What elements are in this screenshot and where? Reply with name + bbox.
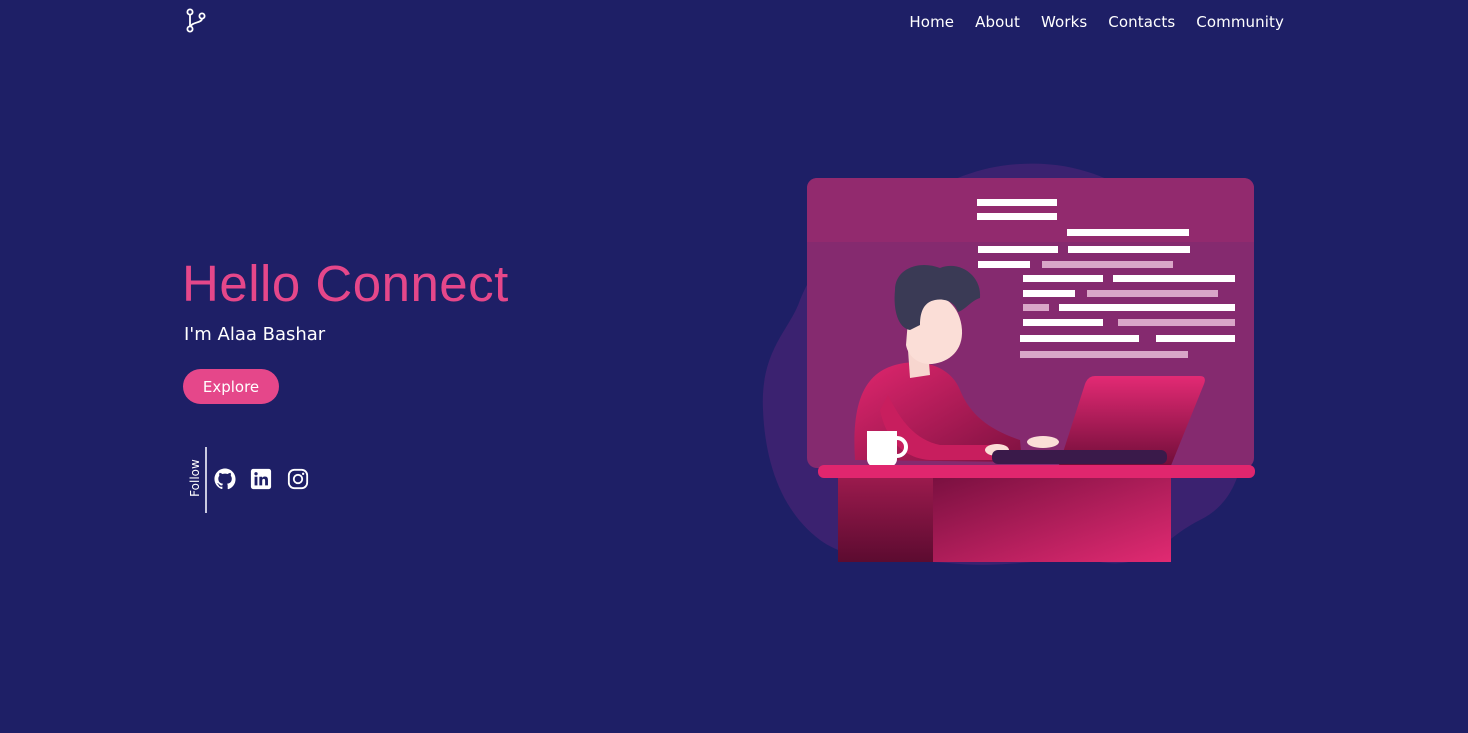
follow-label: Follow (188, 459, 202, 497)
nav-about[interactable]: About (975, 12, 1020, 32)
main-nav: Home About Works Contacts Community (888, 12, 1284, 32)
nav-works[interactable]: Works (1041, 12, 1087, 32)
explore-button[interactable]: Explore (183, 369, 279, 404)
instagram-icon[interactable] (287, 468, 309, 490)
follow-section: Follow (184, 447, 324, 513)
github-icon[interactable] (214, 468, 236, 490)
hero-subtitle: I'm Alaa Bashar (184, 324, 326, 345)
nav-home[interactable]: Home (909, 12, 954, 32)
developer-at-laptop-illustration (762, 163, 1255, 565)
linkedin-icon[interactable] (250, 468, 272, 490)
nav-contacts[interactable]: Contacts (1108, 12, 1175, 32)
follow-divider (205, 447, 207, 513)
hero-title: Hello Connect (182, 255, 509, 312)
landing-page: Home About Works Contacts Community Hell… (0, 0, 1468, 733)
nav-community[interactable]: Community (1196, 12, 1284, 32)
git-branch-icon[interactable] (184, 8, 208, 34)
